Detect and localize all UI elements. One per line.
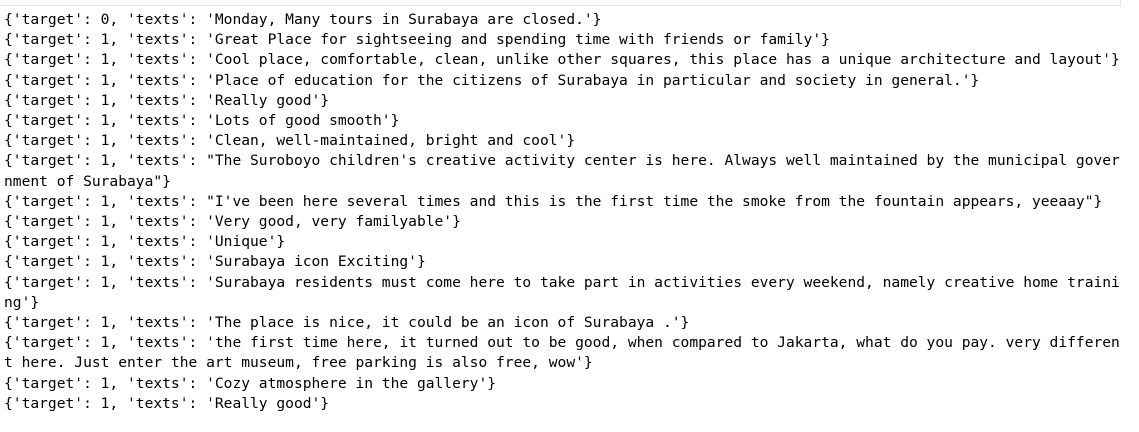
- output-line: {'target': 1, 'texts': 'Cool place, comf…: [4, 51, 1120, 69]
- output-line: {'target': 1, 'texts': 'Cozy atmosphere …: [4, 374, 497, 392]
- output-line: {'target': 1, 'texts': "I've been here s…: [4, 192, 1103, 210]
- output-line: {'target': 1, 'texts': 'The place is nic…: [4, 314, 690, 332]
- output-line: {'target': 1, 'texts': 'Really good'}: [4, 91, 330, 109]
- output-line: {'target': 0, 'texts': 'Monday, Many tou…: [4, 11, 602, 28]
- cell-output-area: {'target': 0, 'texts': 'Monday, Many tou…: [0, 0, 1139, 432]
- output-line: {'target': 1, 'texts': 'Place of educati…: [4, 71, 980, 89]
- output-line: {'target': 1, 'texts': 'Really good'}: [4, 394, 330, 412]
- output-line: {'target': 1, 'texts': 'Surabaya icon Ex…: [4, 253, 426, 271]
- output-line: {'target': 1, 'texts': 'Clean, well-main…: [4, 132, 576, 150]
- output-line: {'target': 1, 'texts': 'Great Place for …: [4, 31, 830, 49]
- output-top-border: [0, 0, 1121, 6]
- output-line: {'target': 1, 'texts': 'Unique'}: [4, 233, 286, 251]
- output-line: {'target': 1, 'texts': 'Lots of good smo…: [4, 112, 400, 130]
- stdout-text: {'target': 0, 'texts': 'Monday, Many tou…: [4, 10, 1128, 414]
- output-line: {'target': 1, 'texts': 'Very good, very …: [4, 213, 461, 231]
- output-line: {'target': 1, 'texts': 'Surabaya residen…: [4, 273, 1120, 311]
- output-line: {'target': 1, 'texts': 'the first time h…: [4, 334, 1120, 372]
- output-line: {'target': 1, 'texts': "The Suroboyo chi…: [4, 152, 1120, 190]
